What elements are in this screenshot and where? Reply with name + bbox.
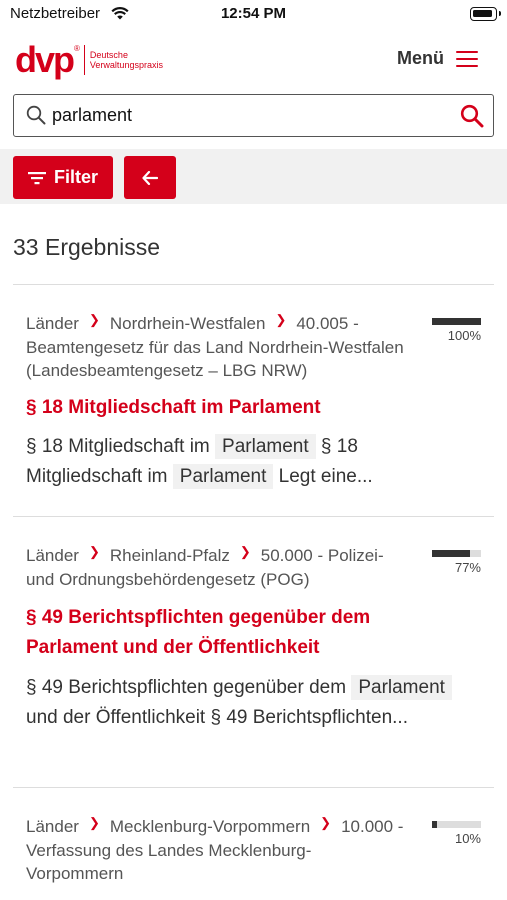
relevance-score: 100% bbox=[432, 318, 481, 343]
snippet-text: § 49 Berichtspflichten gegenüber dem bbox=[26, 677, 347, 698]
relevance-bar bbox=[432, 318, 481, 325]
relevance-percent: 77% bbox=[454, 560, 481, 575]
chevron-right-icon: ❯ bbox=[239, 544, 251, 559]
result-snippet: § 18 Mitgliedschaft im Parlament § 18 Mi… bbox=[26, 432, 456, 492]
back-button[interactable] bbox=[124, 156, 176, 199]
chevron-right-icon: ❯ bbox=[88, 544, 100, 559]
chevron-right-icon: ❯ bbox=[88, 815, 100, 830]
logo-registered-mark: ® bbox=[74, 44, 80, 53]
search-input[interactable] bbox=[52, 101, 452, 129]
relevance-bar-fill bbox=[432, 318, 481, 325]
search-highlight: Parlament bbox=[215, 434, 316, 459]
status-bar: Netzbetreiber 12:54 PM bbox=[0, 0, 507, 30]
relevance-bar-fill bbox=[432, 821, 437, 828]
chevron-right-icon: ❯ bbox=[320, 815, 332, 830]
search-icon bbox=[26, 105, 46, 125]
relevance-score: 77% bbox=[432, 550, 481, 575]
breadcrumb-item[interactable]: Nordrhein-Westfalen bbox=[110, 314, 266, 333]
snippet-text: § 18 Mitgliedschaft im bbox=[26, 436, 210, 457]
breadcrumb: Länder ❯ Mecklenburg-Vorpommern ❯ 10.000 - V… bbox=[26, 815, 406, 885]
menu-button[interactable]: Menü bbox=[397, 48, 478, 69]
status-time: 12:54 PM bbox=[220, 5, 287, 22]
relevance-bar bbox=[432, 821, 481, 828]
search-highlight: Parlament bbox=[351, 675, 452, 700]
result-item[interactable]: Länder ❯ Mecklenburg-Vorpommern ❯ 10.000 - V… bbox=[13, 787, 494, 900]
logo-wordmark: Deutsche Verwaltungspraxis bbox=[90, 50, 163, 70]
logo-divider bbox=[83, 45, 85, 75]
results-toolbar: Filter bbox=[0, 149, 507, 204]
result-item[interactable]: Länder ❯ Rheinland-Pfalz ❯ 50.000 - Polizei-… bbox=[13, 516, 494, 787]
breadcrumb: Länder ❯ Nordrhein-Westfalen ❯ 40.005 - Beam… bbox=[26, 312, 406, 382]
relevance-bar bbox=[432, 550, 481, 557]
results-count: 33 Ergebnisse bbox=[13, 234, 161, 260]
menu-label: Menü bbox=[397, 48, 444, 68]
breadcrumb-item[interactable]: Länder bbox=[26, 817, 79, 836]
result-title[interactable]: § 18 Mitgliedschaft im Parlament bbox=[26, 393, 426, 423]
filter-icon bbox=[27, 171, 46, 184]
app-header: dvp ® Deutsche Verwaltungspraxis Menü bbox=[0, 30, 507, 90]
search-submit-icon[interactable] bbox=[460, 104, 484, 128]
relevance-percent: 100% bbox=[447, 328, 481, 343]
relevance-percent: 10% bbox=[454, 831, 481, 846]
breadcrumb-item[interactable]: Mecklenburg-Vorpommern bbox=[110, 817, 310, 836]
snippet-text: und der Öffentlichkeit § 49 Berichtspfli… bbox=[26, 707, 408, 728]
chevron-right-icon: ❯ bbox=[275, 312, 287, 327]
breadcrumb-item[interactable]: Rheinland-Pfalz bbox=[110, 546, 230, 565]
snippet-text: Legt eine... bbox=[278, 466, 373, 487]
search-highlight: Parlament bbox=[172, 464, 274, 489]
chevron-right-icon: ❯ bbox=[88, 312, 100, 327]
breadcrumb-item[interactable]: Länder bbox=[26, 546, 79, 565]
breadcrumb-item[interactable]: Länder bbox=[26, 314, 79, 333]
result-title[interactable]: § 49 Berichtspflichten gegenüber dem Par… bbox=[26, 603, 426, 663]
arrow-left-icon bbox=[142, 170, 158, 185]
battery-icon bbox=[470, 7, 501, 21]
result-snippet: § 49 Berichtspflichten gegenüber dem Par… bbox=[26, 673, 456, 733]
relevance-score: 10% bbox=[432, 821, 481, 846]
result-item[interactable]: Länder ❯ Nordrhein-Westfalen ❯ 40.005 - Beam… bbox=[13, 284, 494, 516]
relevance-bar-fill bbox=[432, 550, 470, 557]
search-box bbox=[13, 94, 494, 137]
breadcrumb: Länder ❯ Rheinland-Pfalz ❯ 50.000 - Polizei-… bbox=[26, 544, 406, 591]
filter-label: Filter bbox=[53, 167, 98, 187]
dvp-logo[interactable]: dvp ® Deutsche Verwaltungspraxis bbox=[15, 40, 163, 80]
logo-line-1: Deutsche bbox=[89, 50, 128, 60]
logo-mark: dvp bbox=[15, 39, 75, 80]
hamburger-icon bbox=[456, 50, 478, 67]
filter-button[interactable]: Filter bbox=[13, 156, 113, 199]
logo-line-2: Verwaltungspraxis bbox=[89, 60, 163, 70]
